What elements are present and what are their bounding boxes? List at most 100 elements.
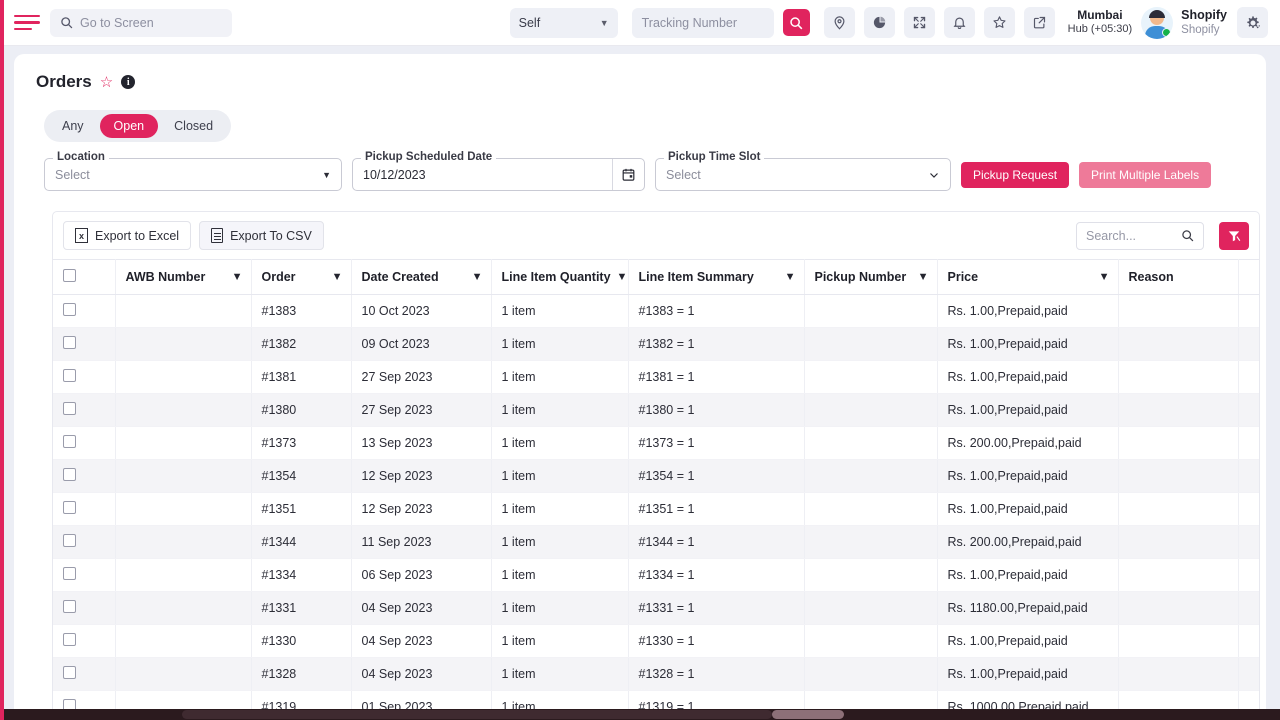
filter-icon[interactable]: ▼	[232, 271, 243, 283]
cell-awb-number	[115, 525, 252, 559]
column-header-line-item-summary[interactable]: Line Item Summary ▼	[628, 259, 805, 295]
row-select-checkbox[interactable]	[63, 468, 76, 481]
table-row[interactable]: #1351 12 Sep 2023 1 item #1351 = 1 Rs. 1.00,…	[53, 492, 1259, 526]
row-end-spacer	[1238, 327, 1259, 361]
column-header-price[interactable]: Price ▼	[937, 259, 1119, 295]
row-select-cell	[53, 294, 116, 328]
row-select-checkbox[interactable]	[63, 600, 76, 613]
grid-search-input[interactable]: Search...	[1076, 221, 1204, 250]
table-row[interactable]: #1330 04 Sep 2023 1 item #1330 = 1 Rs. 1.00,…	[53, 624, 1259, 658]
column-header-awb[interactable]: AWB Number ▼	[115, 259, 252, 295]
search-icon	[1182, 230, 1194, 242]
status-filter-group: Any Open Closed	[44, 110, 232, 142]
cell-pickup-number	[804, 459, 938, 493]
scope-select-value: Self	[518, 15, 541, 30]
cell-reason	[1118, 558, 1239, 592]
cell-line-item-quantity: 1 item	[491, 492, 629, 526]
cell-awb-number	[115, 657, 252, 691]
column-header-reason[interactable]: Reason	[1118, 259, 1239, 295]
filter-icon[interactable]: ▼	[472, 271, 483, 283]
table-row[interactable]: #1383 10 Oct 2023 1 item #1383 = 1 Rs. 1.00,…	[53, 294, 1259, 328]
column-header-order[interactable]: Order ▼	[251, 259, 352, 295]
status-filter-closed[interactable]: Closed	[160, 114, 227, 138]
status-filter-any[interactable]: Any	[48, 114, 98, 138]
row-select-checkbox[interactable]	[63, 402, 76, 415]
select-all-checkbox[interactable]	[63, 269, 76, 282]
cell-line-item-summary: #1328 = 1	[628, 657, 805, 691]
table-row[interactable]: #1373 13 Sep 2023 1 item #1373 = 1 Rs. 200.0…	[53, 426, 1259, 460]
table-row[interactable]: #1328 04 Sep 2023 1 item #1328 = 1 Rs. 1.00,…	[53, 657, 1259, 691]
open-external-button[interactable]	[1023, 7, 1055, 38]
calendar-picker-button[interactable]	[612, 159, 644, 190]
filter-icon[interactable]: ▼	[918, 271, 929, 283]
cell-order: #1328	[251, 657, 352, 691]
filter-icon[interactable]: ▼	[785, 271, 796, 283]
column-header-date-created[interactable]: Date Created ▼	[351, 259, 492, 295]
location-select[interactable]: Location Select ▼	[44, 151, 342, 191]
favorites-button[interactable]	[983, 7, 1015, 38]
horizontal-scrollbar-thumb[interactable]	[772, 710, 844, 719]
cell-pickup-number	[804, 558, 938, 592]
location-pin-button[interactable]	[823, 7, 855, 38]
filter-icon[interactable]: ▼	[1099, 271, 1110, 283]
row-select-checkbox[interactable]	[63, 633, 76, 646]
row-select-checkbox[interactable]	[63, 666, 76, 679]
row-select-checkbox[interactable]	[63, 336, 76, 349]
cell-line-item-summary: #1373 = 1	[628, 426, 805, 460]
row-end-spacer	[1238, 294, 1259, 328]
row-select-checkbox[interactable]	[63, 534, 76, 547]
notifications-button[interactable]	[943, 7, 975, 38]
cell-line-item-summary: #1380 = 1	[628, 393, 805, 427]
cell-awb-number	[115, 459, 252, 493]
row-select-checkbox[interactable]	[63, 567, 76, 580]
filter-icon[interactable]: ▼	[617, 271, 628, 283]
cell-date-created: 10 Oct 2023	[351, 294, 492, 328]
goto-screen-search[interactable]: Go to Screen	[50, 8, 232, 37]
analytics-button[interactable]	[863, 7, 895, 38]
row-select-checkbox[interactable]	[63, 303, 76, 316]
table-row[interactable]: #1381 27 Sep 2023 1 item #1381 = 1 Rs. 1.00,…	[53, 360, 1259, 394]
cell-awb-number	[115, 624, 252, 658]
export-to-excel-button[interactable]: x Export to Excel	[63, 221, 192, 250]
pickup-request-button[interactable]: Pickup Request	[961, 161, 1070, 188]
table-row[interactable]: #1382 09 Oct 2023 1 item #1382 = 1 Rs. 1.00,…	[53, 327, 1259, 361]
row-select-checkbox[interactable]	[63, 501, 76, 514]
table-row[interactable]: #1354 12 Sep 2023 1 item #1354 = 1 Rs. 1.00,…	[53, 459, 1259, 493]
row-select-cell	[53, 327, 116, 361]
print-multiple-labels-button[interactable]: Print Multiple Labels	[1079, 161, 1212, 188]
hamburger-menu-icon[interactable]	[14, 12, 40, 34]
export-to-csv-button[interactable]: Export To CSV	[199, 221, 324, 250]
row-select-checkbox[interactable]	[63, 435, 76, 448]
cell-pickup-number	[804, 426, 938, 460]
tracking-search-button[interactable]	[782, 9, 810, 36]
pickup-scheduled-date-field[interactable]: Pickup Scheduled Date 10/12/2023	[352, 151, 645, 191]
avatar[interactable]	[1141, 6, 1174, 39]
settings-button[interactable]	[1237, 7, 1268, 38]
scope-select[interactable]: Self ▼	[509, 7, 618, 38]
column-header-line-item-quantity[interactable]: Line Item Quantity ▼	[491, 259, 629, 295]
favorite-page-icon[interactable]: ☆	[100, 73, 113, 91]
filter-icon[interactable]: ▼	[332, 271, 343, 283]
hub-info[interactable]: Mumbai Hub (+05:30)	[1068, 8, 1133, 37]
cell-reason	[1118, 459, 1239, 493]
account-menu[interactable]: Shopify Shopify	[1181, 8, 1227, 38]
pickup-time-slot-select[interactable]: Pickup Time Slot Select	[655, 151, 951, 191]
table-row[interactable]: #1344 11 Sep 2023 1 item #1344 = 1 Rs. 200.0…	[53, 525, 1259, 559]
horizontal-scrollbar[interactable]	[0, 709, 1280, 720]
info-icon[interactable]: i	[121, 75, 136, 89]
table-row[interactable]: #1331 04 Sep 2023 1 item #1331 = 1 Rs. 1180.…	[53, 591, 1259, 625]
cell-reason	[1118, 591, 1239, 625]
column-header-pickup-number[interactable]: Pickup Number ▼	[804, 259, 938, 295]
tracking-number-input[interactable]: Tracking Number	[631, 7, 774, 38]
cell-line-item-summary: #1381 = 1	[628, 360, 805, 394]
horizontal-scrollbar-track[interactable]	[182, 710, 772, 719]
export-to-csv-label: Export To CSV	[230, 228, 312, 243]
pickup-time-slot-label: Pickup Time Slot	[664, 151, 765, 163]
fullscreen-button[interactable]	[903, 7, 935, 38]
row-select-checkbox[interactable]	[63, 369, 76, 382]
status-filter-open[interactable]: Open	[99, 114, 159, 138]
table-row[interactable]: #1380 27 Sep 2023 1 item #1380 = 1 Rs. 1.00,…	[53, 393, 1259, 427]
clear-filters-button[interactable]	[1219, 221, 1249, 250]
export-to-excel-label: Export to Excel	[95, 228, 180, 243]
table-row[interactable]: #1334 06 Sep 2023 1 item #1334 = 1 Rs. 1.00,…	[53, 558, 1259, 592]
